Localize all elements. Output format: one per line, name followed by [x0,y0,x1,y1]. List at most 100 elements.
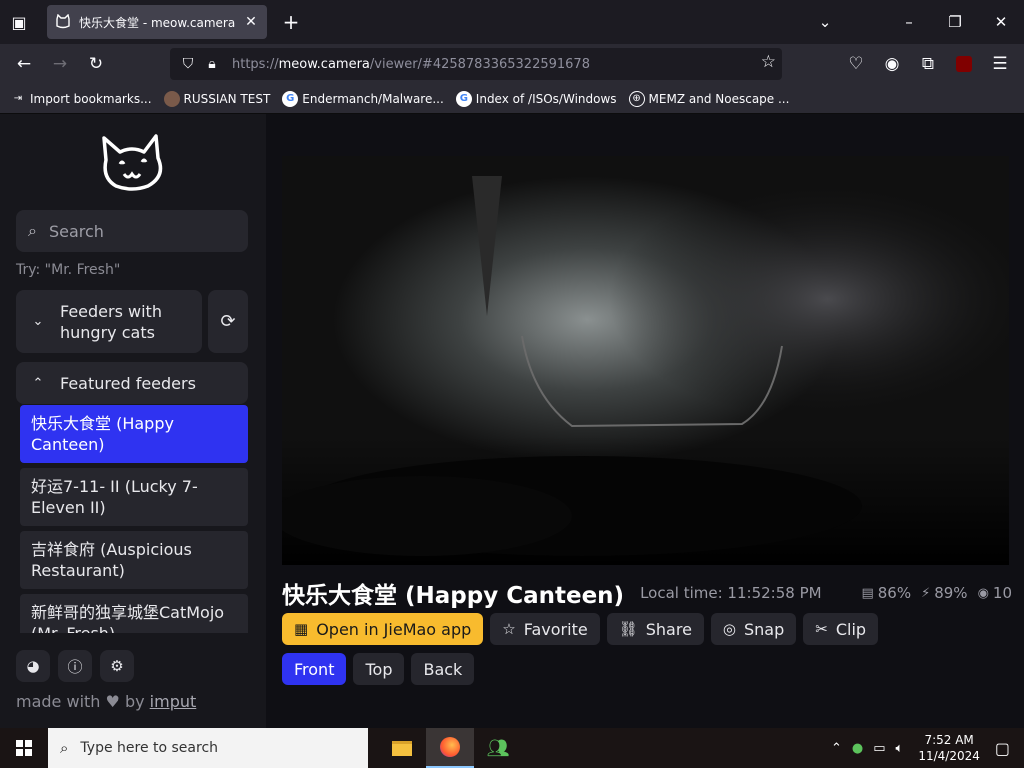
forward-button[interactable]: → [48,52,72,76]
feeder-item-active[interactable]: 快乐大食堂 (Happy Canteen) [20,405,248,463]
refresh-button[interactable]: ⟳ [208,290,248,353]
food-stat: ▤ 86% [861,584,912,602]
chevron-down-icon: ⌄ [32,314,44,329]
extensions-icon[interactable]: ⧉ [916,52,940,76]
account-icon[interactable]: ◉ [880,52,904,76]
cat-favicon-icon [55,14,71,30]
battery-stat: ⚡︎ 89% [921,584,968,602]
volume-icon[interactable]: 🔈︎ [896,741,904,756]
favorite-button[interactable]: ☆ Favorite [490,613,600,645]
camera-video[interactable] [282,156,1009,565]
open-jiemao-button[interactable]: ▦ Open in JieMao app [282,613,484,645]
menu-icon[interactable]: ☰ [988,52,1012,76]
scissors-icon: ✂ [815,620,828,638]
feeder-item[interactable]: 新鲜哥的独享城堡CatMojo (Mr. Fresh) [20,594,248,633]
bookmarks-toolbar: ⇥ Import bookmarks... RUSSIAN TEST G Ender… [0,84,1024,114]
feeder-list[interactable]: 快乐大食堂 (Happy Canteen) 好运7-11- II (Lucky … [16,405,248,633]
tab-list-icon[interactable]: ▣ [8,11,30,33]
restore-button[interactable]: ❐ [932,0,978,44]
section-label: Feeders with hungry cats [60,301,162,342]
user-tray-icon[interactable]: ● [852,741,863,756]
share-button[interactable]: ⛓ Share [606,613,704,645]
clock[interactable]: 7:52 AM 11/4/2024 [918,732,980,764]
close-tab-icon[interactable]: ✕ [243,14,259,30]
search-placeholder: Search [48,221,104,241]
eye-icon: ◉ [977,585,989,601]
hungry-feeders-toggle[interactable]: ⌄ Feeders with hungry cats [16,290,202,353]
cat-logo-icon[interactable] [98,132,168,192]
tab-title: 快乐大食堂 - meow.camera [79,15,236,30]
camera-view-selector: Front Top Back [282,653,481,685]
feeder-item[interactable]: 吉祥食府 (Auspicious Restaurant) [20,531,248,589]
refresh-icon: ⟳ [220,311,236,332]
minimize-button[interactable]: – [886,0,932,44]
bookmark-star-icon[interactable]: ☆ [761,52,776,72]
site-icon [163,90,180,107]
bookmark-item[interactable]: ⇥ Import bookmarks... [10,91,152,107]
notifications-icon[interactable]: ▢ [995,739,1010,758]
bookmark-item[interactable]: G Index of /ISOs/Windows [455,90,617,107]
search-hint: Try: "Mr. Fresh" [16,262,121,278]
chevron-up-icon[interactable]: ⌃ [831,741,842,756]
network-icon[interactable]: ▭ [873,741,885,756]
taskbar-search[interactable]: ⌕ Type here to search [48,728,368,768]
navigation-bar: ← → ↻ ⛉ 🔒︎ https://meow.camera/viewer/#4… [0,44,1024,84]
browser-tab[interactable]: 快乐大食堂 - meow.camera ✕ [47,5,267,39]
view-front-button[interactable]: Front [282,653,347,685]
heart-icon: ♥ [105,692,120,711]
pocket-icon[interactable]: ♡ [844,52,868,76]
ublock-icon[interactable] [952,52,976,76]
search-icon: ⌕ [28,221,37,240]
view-back-button[interactable]: Back [411,653,475,685]
windows-icon [16,740,32,756]
url-text[interactable]: https://meow.camera/viewer/#425878336532… [232,57,590,72]
import-icon: ⇥ [13,93,23,104]
qr-code-icon: ▦ [294,620,309,638]
reload-button[interactable]: ↻ [84,52,108,76]
file-explorer-icon[interactable] [378,728,426,768]
food-icon: ▤ [861,585,874,601]
author-link[interactable]: imput [150,692,197,711]
info-button[interactable]: ⓘ [58,650,92,682]
users-app-icon[interactable]: 👥︎ [474,728,522,768]
credits: made with ♥ by imput [16,692,197,711]
chevron-down-icon[interactable]: ⌄ [802,0,848,44]
system-tray: ⌃ ● ▭ 🔈︎ 7:52 AM 11/4/2024 ▢ [826,728,1024,768]
google-icon: G [282,90,299,107]
bookmark-item[interactable]: ⊕ MEMZ and Noescape ... [628,90,789,107]
feeder-title: 快乐大食堂 (Happy Canteen) [282,583,625,609]
view-top-button[interactable]: Top [353,653,405,685]
gear-icon: ⚙ [110,657,124,675]
search-icon: ⌕ [60,739,69,757]
feeder-item[interactable]: 好运7-11- II (Lucky 7-Eleven II) [20,468,248,526]
google-icon: G [455,90,472,107]
feeder-stats: ▤ 86% ⚡︎ 89% ◉ 10 [851,584,1012,602]
close-window-button[interactable]: ✕ [978,0,1024,44]
action-bar: ▦ Open in JieMao app ☆ Favorite ⛓ Share ◎ Sn… [282,613,885,645]
back-button[interactable]: ← [12,52,36,76]
bookmark-item[interactable]: G Endermanch/Malware... [282,90,444,107]
sidebar: ⌕ Search Try: "Mr. Fresh" ⌄ Feeders with… [0,114,266,728]
viewer-main: 快乐大食堂 (Happy Canteen) Local time: 11:52:… [266,114,1024,728]
shield-icon[interactable]: ⛉ [176,52,200,76]
bookmark-item[interactable]: RUSSIAN TEST [163,90,270,107]
search-input[interactable]: ⌕ Search [16,210,248,252]
globe-icon: ⊕ [628,90,645,107]
info-icon: ⓘ [67,657,83,676]
settings-button[interactable]: ⚙ [100,650,134,682]
discord-icon: ◕ [26,657,40,675]
lock-icon[interactable]: 🔒︎ [200,52,224,76]
viewers-stat: ◉ 10 [977,584,1012,602]
address-bar[interactable]: ⛉ 🔒︎ https://meow.camera/viewer/#4258783… [170,48,782,80]
new-tab-button[interactable]: + [279,10,303,34]
chevron-up-icon: ⌃ [32,375,44,391]
taskbar: ⌕ Type here to search 👥︎ ⌃ ● ▭ 🔈︎ 7:52 A… [0,728,1024,768]
snap-button[interactable]: ◎ Snap [710,613,797,645]
clip-button[interactable]: ✂ Clip [803,613,879,645]
firefox-icon[interactable] [426,728,474,768]
battery-icon: ⚡︎ [921,585,931,601]
start-button[interactable] [0,728,48,768]
featured-feeders-toggle[interactable]: ⌃ Featured feeders [16,362,248,404]
browser-tab-bar: ▣ 快乐大食堂 - meow.camera ✕ + ⌄ – ❐ ✕ [0,0,1024,44]
discord-button[interactable]: ◕ [16,650,50,682]
